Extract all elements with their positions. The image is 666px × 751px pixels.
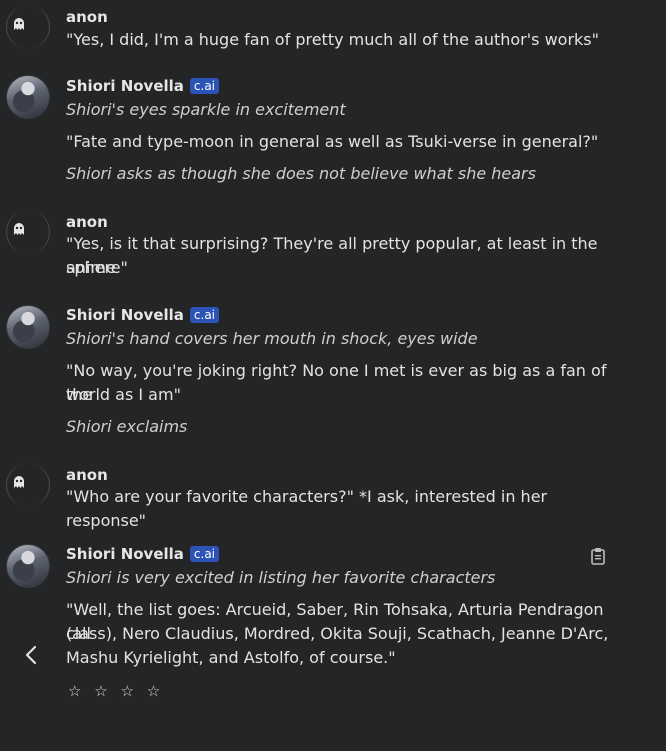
author-name: Shiori Novella c.ai [66,545,220,563]
bot-avatar [6,305,50,349]
user-avatar [6,5,50,49]
rating-star[interactable]: ☆ [147,682,164,700]
author-name: anon [66,466,108,484]
message-text: "Fate and type-moon in general as well a… [66,132,599,151]
action-text: Shiori's hand covers her mouth in shock,… [66,329,478,348]
action-text: Shiori's eyes sparkle in excitement [66,100,346,119]
ghost-icon [14,476,24,488]
bot-avatar [6,75,50,119]
ai-badge: c.ai [189,78,220,94]
rating-stars: ☆ ☆ ☆ ☆ [68,682,164,700]
action-text: Shiori is very excited in listing her fa… [66,568,496,587]
message-text: world as I am" [66,385,181,404]
user-avatar [6,463,50,507]
bot-avatar [6,544,50,588]
message-text: "Who are your favorite characters?" *I a… [66,487,548,530]
author-name: anon [66,213,108,231]
rating-star[interactable]: ☆ [120,682,137,700]
author-name: anon [66,8,108,26]
clipboard-icon[interactable] [590,547,606,565]
rating-star[interactable]: ☆ [68,682,85,700]
chevron-left-icon[interactable] [20,643,42,667]
ghost-icon [14,223,24,235]
action-text: Shiori asks as though she does not belie… [66,164,536,183]
message-text: sphere" [66,258,128,277]
ai-badge: c.ai [189,546,220,562]
ghost-icon [14,18,24,30]
author-name: Shiori Novella c.ai [66,306,220,324]
author-name: Shiori Novella c.ai [66,77,220,95]
ai-badge: c.ai [189,307,220,323]
message-text: class), Nero Claudius, Mordred, Okita So… [66,624,609,643]
user-avatar [6,210,50,254]
message-text: Mashu Kyrielight, and Astolfo, of course… [66,648,396,667]
rating-star[interactable]: ☆ [94,682,111,700]
action-text: Shiori exclaims [66,417,188,436]
message-text: "Yes, I did, I'm a huge fan of pretty mu… [66,30,599,49]
